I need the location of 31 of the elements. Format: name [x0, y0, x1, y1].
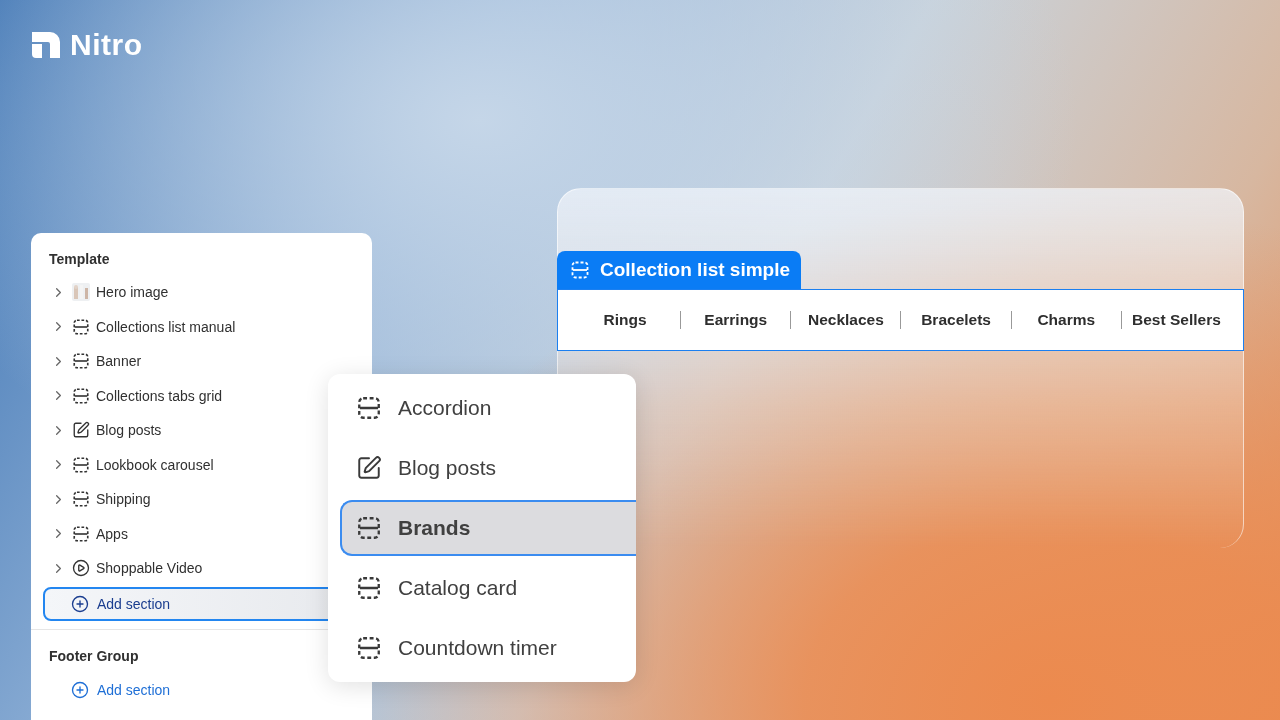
section-icon [356, 635, 382, 661]
menu-item[interactable]: Brands [340, 500, 636, 556]
section-item[interactable]: Hero image [43, 275, 360, 310]
collection-link[interactable]: Best Sellers [1132, 311, 1221, 329]
section-icon [570, 260, 590, 280]
section-icon [72, 455, 90, 474]
brand-name: Nitro [70, 28, 143, 62]
group-title: Template [48, 250, 111, 269]
section-item[interactable]: Banner [43, 344, 360, 379]
collection-link[interactable]: Bracelets [921, 311, 991, 329]
edit-icon [72, 421, 90, 440]
section-icon [356, 515, 382, 541]
group-title: Footer Group [48, 646, 140, 666]
collection-link[interactable]: Necklaces [808, 311, 884, 329]
section-tag: Collection list simple [557, 251, 802, 289]
plus-icon [71, 680, 89, 699]
section-icon [356, 395, 382, 421]
section-icon [72, 317, 90, 336]
section-icon [72, 524, 90, 543]
section-icon [72, 490, 90, 509]
section-icon [72, 352, 90, 371]
collection-link[interactable]: Rings [603, 311, 647, 329]
plus-icon [71, 594, 89, 613]
section-item[interactable]: Collections list manual [43, 309, 360, 344]
play-icon [72, 559, 90, 578]
section-icon [72, 386, 90, 405]
edit-icon [356, 455, 382, 481]
section-icon [356, 575, 382, 601]
collection-link[interactable]: Earrings [704, 311, 768, 329]
logo-icon [32, 32, 60, 58]
collection-link[interactable]: Charms [1037, 311, 1096, 329]
